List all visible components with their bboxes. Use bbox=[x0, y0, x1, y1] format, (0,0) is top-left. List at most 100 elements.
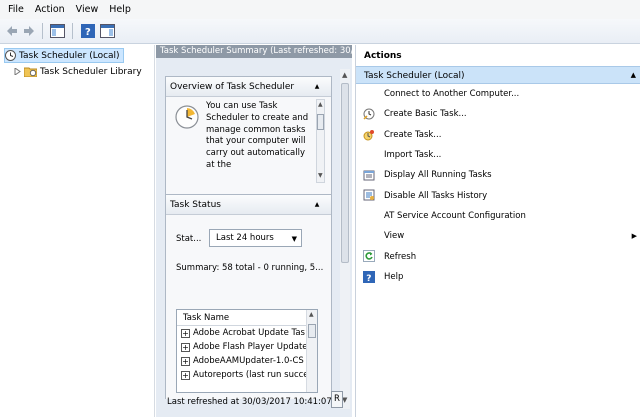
task-list-scrollbar[interactable]: ▲ bbox=[306, 310, 317, 392]
running-tasks-icon bbox=[363, 170, 375, 181]
scroll-down-icon[interactable]: ▼ bbox=[318, 172, 323, 179]
status-filter-label: Stat... bbox=[176, 234, 202, 244]
toolbar-separator bbox=[72, 23, 73, 39]
tree-item-label: Task Scheduler (Local) bbox=[19, 50, 120, 61]
action-disable-all-tasks-history[interactable]: Disable All Tasks History bbox=[356, 185, 640, 205]
action-label: View bbox=[384, 231, 405, 242]
task-name: AdobeAAMUpdater-1.0-CS bbox=[193, 356, 304, 366]
task-star-icon bbox=[363, 129, 374, 141]
action-label: Connect to Another Computer... bbox=[384, 89, 520, 100]
overview-body: You can use Task Scheduler to create and… bbox=[166, 97, 331, 207]
task-name: Adobe Flash Player Updater bbox=[193, 342, 307, 352]
task-row[interactable]: + Adobe Acrobat Update Tas bbox=[177, 326, 307, 340]
overview-scrollbar[interactable]: ▲ ▼ bbox=[316, 99, 325, 183]
scroll-up-icon[interactable]: ▲ bbox=[318, 101, 323, 108]
submenu-arrow-icon: ▶ bbox=[631, 232, 637, 241]
action-create-task[interactable]: Create Task... bbox=[356, 125, 640, 145]
action-import-task[interactable]: Import Task... bbox=[356, 145, 640, 165]
overview-title: Overview of Task Scheduler ▲ bbox=[166, 77, 331, 97]
action-label: Help bbox=[384, 271, 404, 282]
actions-title: Actions bbox=[364, 51, 402, 61]
clock-icon bbox=[175, 105, 199, 129]
action-at-service-account-configuration[interactable]: AT Service Account Configuration bbox=[356, 206, 640, 226]
task-status-body: Stat... Last 24 hours ▼ Summary: 58 tota… bbox=[166, 215, 331, 399]
toolbar: ? bbox=[0, 19, 640, 44]
actions-pane: Actions Task Scheduler (Local) ▲ Connect… bbox=[355, 45, 640, 417]
task-status-title-label: Task Status bbox=[170, 200, 221, 210]
action-create-basic-task[interactable]: Create Basic Task... bbox=[356, 104, 640, 124]
action-label: Create Basic Task... bbox=[384, 109, 467, 120]
action-refresh[interactable]: Refresh bbox=[356, 246, 640, 266]
action-connect-to-another-computer[interactable]: Connect to Another Computer... bbox=[356, 84, 640, 104]
status-summary: Summary: 58 total - 0 running, 5... bbox=[176, 263, 324, 273]
menu-file[interactable]: File bbox=[3, 4, 30, 15]
status-period-value: Last 24 hours bbox=[216, 233, 274, 243]
actions-group-header[interactable]: Task Scheduler (Local) ▲ bbox=[356, 66, 640, 84]
toolbar-separator bbox=[42, 23, 43, 39]
show-hide-action-pane-icon[interactable] bbox=[99, 23, 116, 40]
refresh-icon bbox=[363, 250, 375, 263]
scroll-thumb[interactable] bbox=[308, 324, 316, 338]
scroll-thumb[interactable] bbox=[341, 83, 349, 263]
menu-view[interactable]: View bbox=[71, 4, 105, 15]
expand-plus-icon[interactable]: + bbox=[181, 357, 190, 366]
clock-icon bbox=[5, 50, 16, 61]
task-status-title: Task Status ▲ bbox=[166, 195, 331, 215]
task-row[interactable]: + Autoreports (last run succe bbox=[177, 368, 307, 382]
help-icon: ? bbox=[363, 270, 375, 283]
action-display-all-running-tasks[interactable]: Display All Running Tasks bbox=[356, 165, 640, 185]
expand-plus-icon[interactable]: + bbox=[181, 371, 190, 380]
overview-title-label: Overview of Task Scheduler bbox=[170, 82, 295, 92]
column-header-task-name[interactable]: Task Name bbox=[177, 310, 317, 326]
status-period-select[interactable]: Last 24 hours ▼ bbox=[209, 229, 302, 247]
show-hide-console-tree-icon[interactable] bbox=[49, 23, 66, 40]
overview-text: You can use Task Scheduler to create and… bbox=[206, 101, 309, 170]
task-row[interactable]: + Adobe Flash Player Updater bbox=[177, 340, 307, 354]
scroll-thumb[interactable] bbox=[317, 114, 324, 130]
forward-arrow-icon[interactable] bbox=[22, 24, 36, 38]
menu-bar: File Action View Help bbox=[0, 0, 640, 19]
action-view[interactable]: View ▶ bbox=[356, 226, 640, 246]
clock-wand-icon bbox=[363, 108, 375, 120]
task-list[interactable]: Task Name + Adobe Acrobat Update Tas + Ado… bbox=[176, 309, 318, 393]
action-label: AT Service Account Configuration bbox=[384, 210, 526, 221]
scroll-up-icon[interactable]: ▲ bbox=[342, 71, 347, 79]
back-arrow-icon[interactable] bbox=[5, 24, 19, 38]
collapse-icon[interactable]: ▲ bbox=[631, 71, 636, 79]
svg-text:?: ? bbox=[366, 274, 371, 283]
action-label: Display All Running Tasks bbox=[384, 170, 492, 181]
svg-text:?: ? bbox=[85, 27, 91, 38]
action-help[interactable]: ? Help bbox=[356, 267, 640, 287]
collapse-icon[interactable]: ▲ bbox=[311, 200, 323, 210]
task-status-section: Task Status ▲ Stat... Last 24 hours ▼ Su… bbox=[165, 194, 332, 399]
folder-icon bbox=[24, 67, 37, 77]
chevron-down-icon: ▼ bbox=[291, 235, 297, 243]
expand-arrow-icon[interactable] bbox=[14, 68, 21, 75]
scroll-up-icon[interactable]: ▲ bbox=[309, 311, 314, 318]
summary-scrollbar[interactable]: ▲ ▼ bbox=[340, 69, 350, 409]
action-label: Disable All Tasks History bbox=[384, 190, 488, 201]
summary-pane: Task Scheduler Summary (Last refreshed: … bbox=[156, 45, 352, 417]
console-tree: Task Scheduler (Local) Task Scheduler Li… bbox=[0, 45, 155, 417]
task-row[interactable]: + AdobeAAMUpdater-1.0-CS bbox=[177, 354, 307, 368]
collapse-icon[interactable]: ▲ bbox=[311, 82, 323, 92]
task-name: Autoreports (last run succe bbox=[193, 370, 307, 380]
history-icon bbox=[363, 189, 375, 201]
overview-section: Overview of Task Scheduler ▲ You can use… bbox=[165, 76, 332, 207]
menu-help[interactable]: Help bbox=[104, 4, 137, 15]
task-name: Adobe Acrobat Update Tas bbox=[193, 328, 305, 338]
expand-plus-icon[interactable]: + bbox=[181, 329, 190, 338]
tree-item-label: Task Scheduler Library bbox=[40, 66, 142, 77]
tree-item-task-scheduler-local[interactable]: Task Scheduler (Local) bbox=[4, 48, 124, 63]
help-icon[interactable]: ? bbox=[79, 23, 96, 40]
action-label: Create Task... bbox=[384, 129, 442, 140]
action-label: Refresh bbox=[384, 251, 417, 262]
last-refreshed-text: Last refreshed at 30/03/2017 10:41:07 bbox=[167, 397, 332, 407]
tree-item-task-scheduler-library[interactable]: Task Scheduler Library bbox=[14, 64, 142, 79]
refresh-button[interactable]: R bbox=[331, 391, 343, 408]
action-label: Import Task... bbox=[384, 150, 442, 161]
summary-header: Task Scheduler Summary (Last refreshed: … bbox=[156, 45, 352, 58]
actions-group-label: Task Scheduler (Local) bbox=[364, 71, 465, 81]
menu-action[interactable]: Action bbox=[30, 4, 71, 15]
expand-plus-icon[interactable]: + bbox=[181, 343, 190, 352]
